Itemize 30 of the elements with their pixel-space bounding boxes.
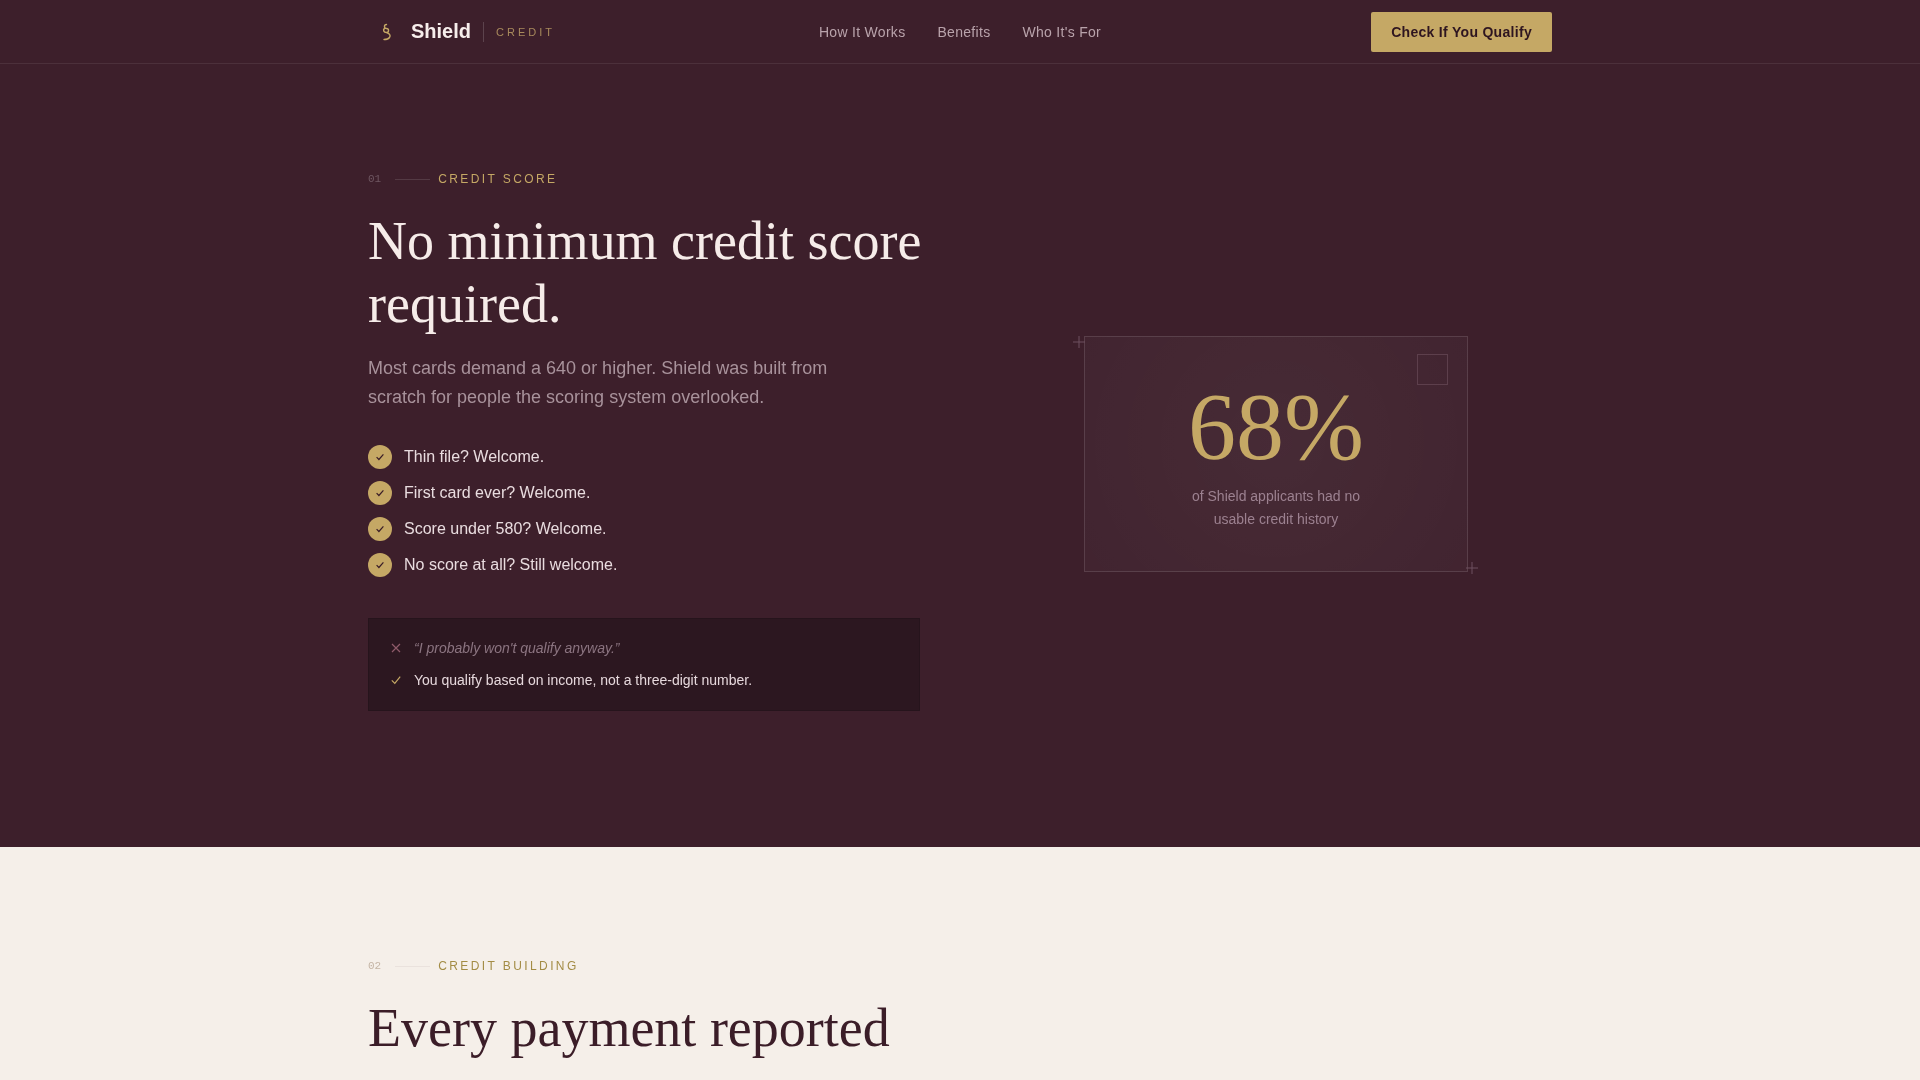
fact-text: You qualify based on income, not a three-digit number. bbox=[414, 672, 753, 688]
cta-button[interactable]: Check If You Qualify bbox=[1371, 11, 1552, 52]
check-icon bbox=[391, 675, 401, 685]
nav-link[interactable]: Benefits bbox=[937, 23, 991, 40]
check-circle-icon bbox=[368, 445, 392, 469]
checklist-text: No score at all? Still welcome. bbox=[404, 556, 618, 574]
stat-caption: of Shield applicants had no usable credit history bbox=[1190, 486, 1362, 529]
section-heading: Every payment reported bbox=[368, 997, 891, 1060]
section-number: 02 bbox=[368, 960, 382, 972]
section-heading: No minimum credit score required. bbox=[368, 210, 923, 336]
brand-tagline: CREDIT bbox=[496, 25, 555, 38]
square-outline-icon bbox=[1417, 353, 1448, 385]
nav-link[interactable]: How It Works bbox=[818, 23, 906, 40]
plus-icon bbox=[1073, 335, 1085, 348]
checklist-text: Thin file? Welcome. bbox=[404, 448, 545, 466]
stat-value: 68% bbox=[1188, 378, 1364, 475]
check-circle-icon bbox=[368, 553, 392, 577]
eyebrow-label: CREDIT SCORE bbox=[438, 172, 558, 186]
nav-link[interactable]: Who It's For bbox=[1022, 23, 1102, 40]
brand-name: Shield bbox=[411, 20, 471, 43]
eyebrow-label: CREDIT BUILDING bbox=[438, 959, 579, 973]
cross-icon bbox=[391, 643, 401, 653]
check-circle-icon bbox=[368, 517, 392, 541]
swirl-logo-icon bbox=[380, 22, 393, 41]
plus-icon bbox=[1466, 561, 1478, 574]
checklist-text: Score under 580? Welcome. bbox=[404, 520, 607, 538]
myth-quote: “I probably won't qualify anyway.” bbox=[414, 640, 620, 656]
body-text: Most cards demand a 640 or higher. Shield was built from scratch for people the scoring system overlooked. bbox=[368, 357, 829, 409]
checklist-text: First card ever? Welcome. bbox=[404, 484, 591, 502]
check-circle-icon bbox=[368, 481, 392, 505]
